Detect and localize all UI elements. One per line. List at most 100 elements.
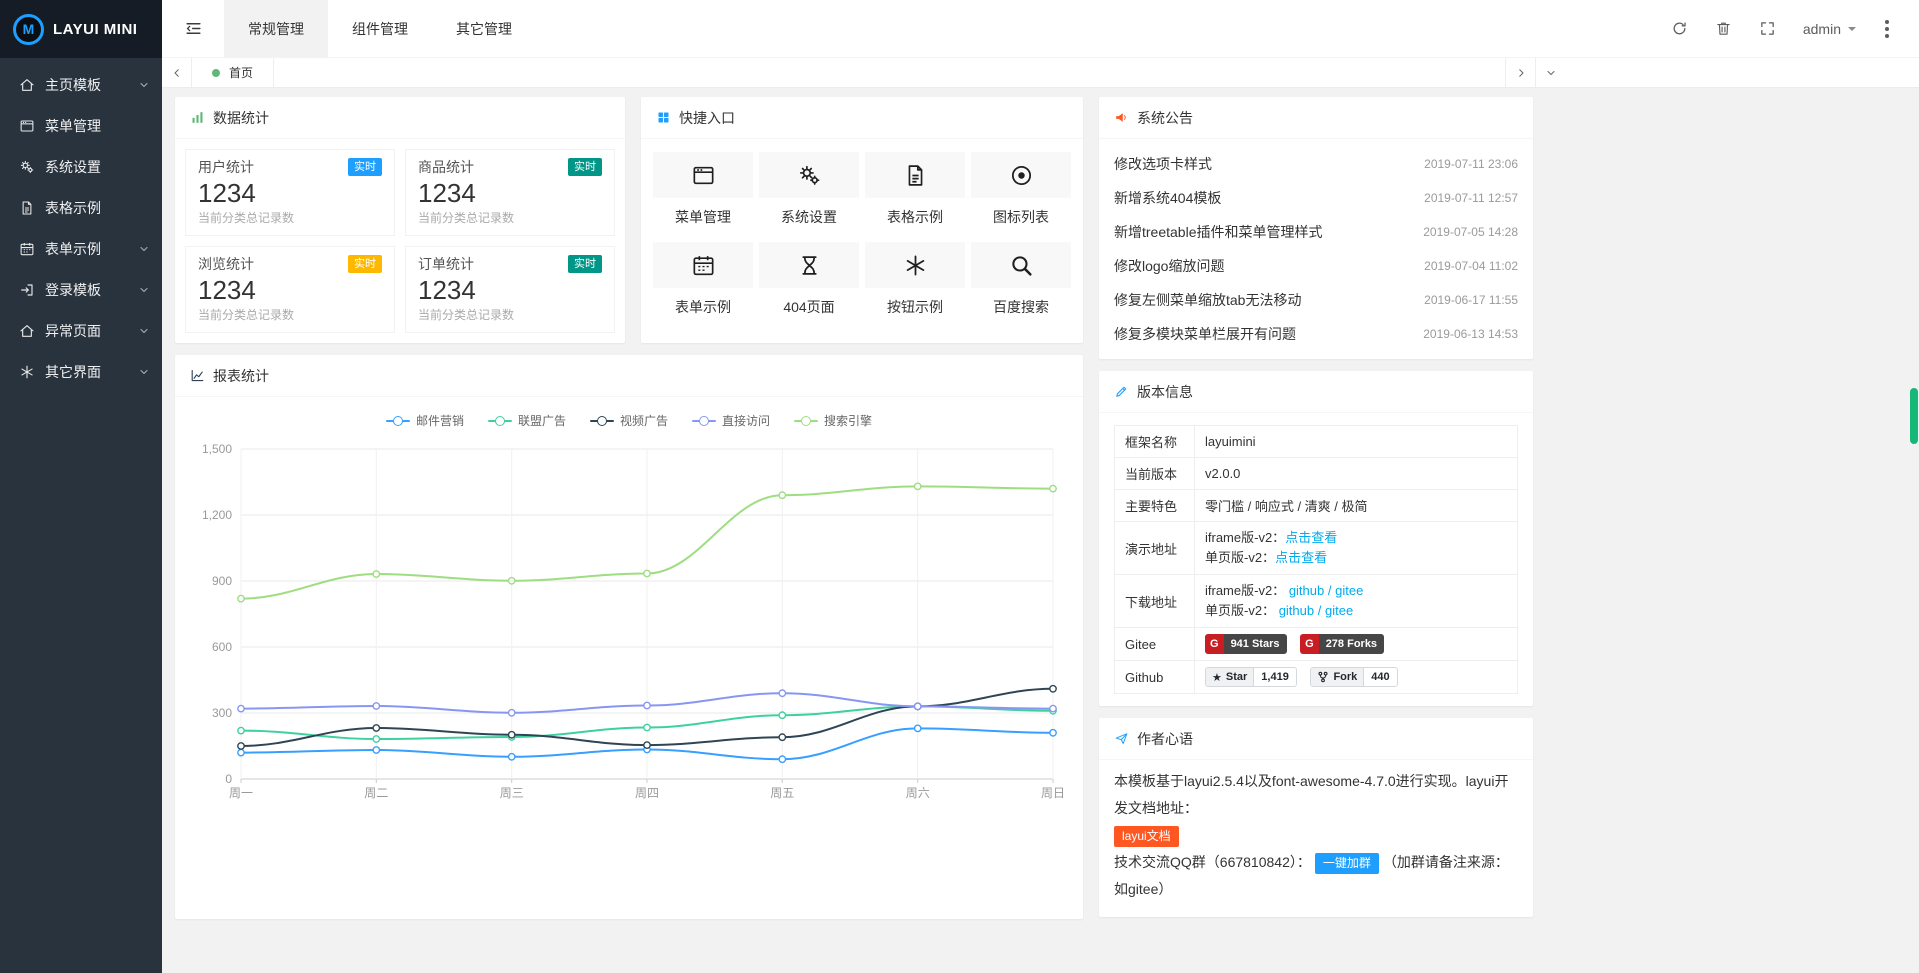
gitee-badges: G 941 Stars G 278 Forks [1195, 628, 1518, 661]
star-icon: ★ [1212, 671, 1222, 684]
logo-icon: M [13, 14, 44, 45]
svg-text:600: 600 [212, 640, 232, 654]
svg-text:周二: 周二 [364, 786, 388, 800]
top-tab-other-management[interactable]: 其它管理 [432, 0, 536, 57]
notice-item[interactable]: 修改选项卡样式 2019-07-11 23:06 [1114, 147, 1518, 181]
shortcut-table-example[interactable]: 表格示例 [865, 152, 965, 227]
shortcut-button-example[interactable]: 按钮示例 [865, 242, 965, 317]
github-fork-badge[interactable]: Fork 440 [1310, 667, 1397, 687]
user-menu[interactable]: admin [1803, 21, 1856, 37]
stat-label: 订单统计 [418, 254, 474, 274]
svg-text:0: 0 [225, 772, 232, 786]
notice-item[interactable]: 修复多模块菜单栏展开有问题 2019-06-13 14:53 [1114, 317, 1518, 351]
svg-text:周四: 周四 [635, 786, 659, 800]
notice-card: 系统公告 修改选项卡样式 2019-07-11 23:06 新增系统404模板 … [1099, 97, 1533, 359]
stat-value: 1234 [198, 177, 382, 209]
shortcut-form-example[interactable]: 表单示例 [653, 242, 753, 317]
card-title: 系统公告 [1137, 108, 1193, 128]
chevron-down-icon [138, 243, 150, 255]
caret-down-icon [1848, 27, 1856, 35]
layui-doc-badge[interactable]: layui文档 [1114, 826, 1179, 847]
notice-item[interactable]: 修改logo缩放问题 2019-07-04 11:02 [1114, 249, 1518, 283]
shortcut-icon-list[interactable]: 图标列表 [971, 152, 1071, 227]
sidebar-item-home-templates[interactable]: 主页模板 [0, 64, 162, 105]
sidebar-item-form-examples[interactable]: 表单示例 [0, 228, 162, 269]
sidebar-item-error-pages[interactable]: 异常页面 [0, 310, 162, 351]
stats-card: 数据统计 用户统计 实时 1234 当前分类总记录数 [175, 97, 625, 343]
legend-item[interactable]: 视频广告 [590, 412, 668, 429]
row-label: Github [1115, 661, 1195, 694]
legend-item[interactable]: 邮件营销 [386, 412, 464, 429]
tabs-scroll-right-icon[interactable] [1505, 58, 1535, 87]
gears-icon [797, 163, 822, 188]
top-nav: 常规管理 组件管理 其它管理 [224, 0, 536, 57]
demo-link-iframe[interactable]: 点击查看 [1285, 530, 1337, 545]
shortcut-baidu-search[interactable]: 百度搜索 [971, 242, 1071, 317]
tabs-menu-icon[interactable] [1535, 58, 1565, 87]
table-row: 主要特色 零门槛 / 响应式 / 清爽 / 极简 [1115, 490, 1518, 522]
app-title: LAYUI MINI [53, 21, 137, 38]
legend-item[interactable]: 搜索引擎 [794, 412, 872, 429]
download-link-github-iframe[interactable]: github [1289, 583, 1324, 598]
sidebar-item-label: 主页模板 [45, 75, 101, 95]
megaphone-icon [1114, 110, 1129, 125]
tab-home[interactable]: 首页 [192, 58, 274, 87]
sidebar-item-menu-management[interactable]: 菜单管理 [0, 105, 162, 146]
svg-text:900: 900 [212, 574, 232, 588]
gitee-stars-badge[interactable]: G 941 Stars [1205, 634, 1287, 654]
notice-item[interactable]: 修复左侧菜单缩放tab无法移动 2019-06-17 11:55 [1114, 283, 1518, 317]
top-tab-regular-management[interactable]: 常规管理 [224, 0, 328, 57]
table-row: 框架名称 layuimini [1115, 426, 1518, 458]
qq-group-badge[interactable]: 一键加群 [1315, 853, 1379, 874]
download-link-github-single[interactable]: github [1279, 603, 1314, 618]
shortcut-menu-management[interactable]: 菜单管理 [653, 152, 753, 227]
features: 零门槛 / 响应式 / 清爽 / 极简 [1195, 490, 1518, 522]
line-chart-icon [190, 368, 205, 383]
top-tab-component-management[interactable]: 组件管理 [328, 0, 432, 57]
notice-item[interactable]: 新增treetable插件和菜单管理样式 2019-07-05 14:28 [1114, 215, 1518, 249]
download-link-gitee-single[interactable]: gitee [1325, 603, 1353, 618]
shortcut-system-settings[interactable]: 系统设置 [759, 152, 859, 227]
app-window: M LAYUI MINI 主页模板 菜单管理 系统设置 表格示例 [0, 0, 1919, 973]
sidebar-item-table-examples[interactable]: 表格示例 [0, 187, 162, 228]
demo-link-single-page[interactable]: 点击查看 [1275, 550, 1327, 565]
svg-text:周五: 周五 [770, 786, 794, 800]
sidebar-item-login-templates[interactable]: 登录模板 [0, 269, 162, 310]
sidebar-item-system-settings[interactable]: 系统设置 [0, 146, 162, 187]
download-link-gitee-iframe[interactable]: gitee [1335, 583, 1363, 598]
card-title: 快捷入口 [679, 108, 735, 128]
svg-text:1,200: 1,200 [202, 508, 232, 522]
sidebar-item-other-pages[interactable]: 其它界面 [0, 351, 162, 392]
stat-value: 1234 [418, 177, 602, 209]
bar-chart-icon [190, 110, 205, 125]
report-chart: 03006009001,2001,500周一周二周三周四周五周六周日 [189, 437, 1069, 809]
card-title: 作者心语 [1137, 729, 1193, 749]
row-label: 演示地址 [1115, 522, 1195, 575]
demo-links: iframe版-v2：点击查看 单页版-v2：点击查看 [1195, 522, 1518, 575]
clear-cache-icon[interactable] [1715, 20, 1732, 37]
search-icon [1009, 253, 1034, 278]
version-table: 框架名称 layuimini 当前版本 v2.0.0 主要特色 零门槛 / 响应… [1114, 425, 1518, 694]
sidebar-item-label: 表格示例 [45, 198, 101, 218]
legend-marker-icon [590, 416, 614, 426]
menu-fold-icon[interactable] [162, 19, 224, 38]
shortcut-404-page[interactable]: 404页面 [759, 242, 859, 317]
card-title: 数据统计 [213, 108, 269, 128]
more-menu-icon[interactable] [1883, 18, 1891, 40]
notice-item[interactable]: 新增系统404模板 2019-07-11 12:57 [1114, 181, 1518, 215]
app-logo[interactable]: M LAYUI MINI [0, 0, 162, 58]
legend-item[interactable]: 联盟广告 [488, 412, 566, 429]
topbar-actions: admin [1671, 18, 1919, 40]
file-icon [19, 200, 35, 216]
github-star-badge[interactable]: ★Star 1,419 [1205, 667, 1297, 687]
page-scrollbar[interactable] [1910, 388, 1918, 444]
svg-text:周六: 周六 [906, 786, 930, 800]
table-row: 演示地址 iframe版-v2：点击查看 单页版-v2：点击查看 [1115, 522, 1518, 575]
sidebar-item-label: 系统设置 [45, 157, 101, 177]
legend-item[interactable]: 直接访问 [692, 412, 770, 429]
tabs-scroll-left-icon[interactable] [162, 58, 192, 87]
fullscreen-icon[interactable] [1759, 20, 1776, 37]
refresh-icon[interactable] [1671, 20, 1688, 37]
gitee-forks-badge[interactable]: G 278 Forks [1300, 634, 1384, 654]
sign-in-icon [19, 282, 35, 298]
